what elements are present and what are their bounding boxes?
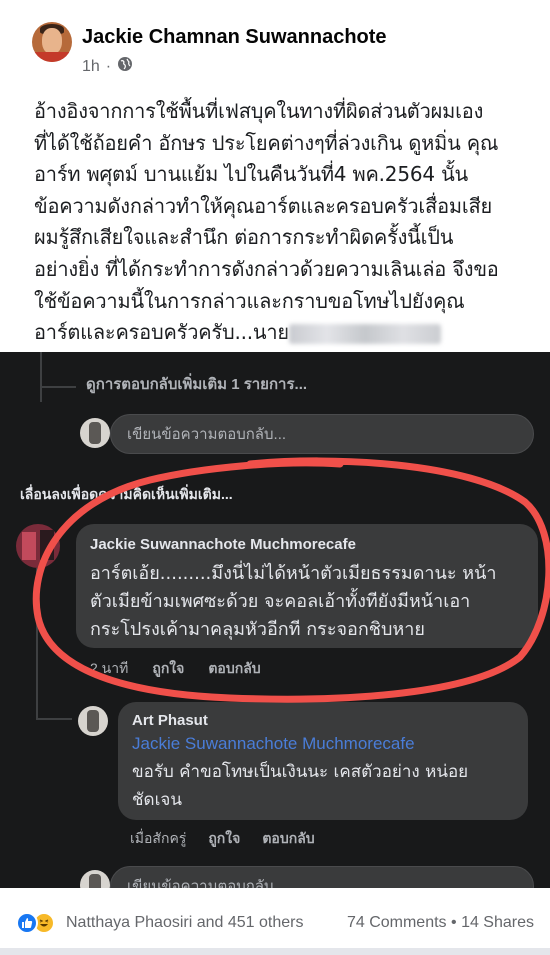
post-page: Jackie Chamnan Suwannachote 1h · อ้างอิง… [0, 0, 550, 955]
post-author-name[interactable]: Jackie Chamnan Suwannachote [82, 26, 387, 49]
like-icon [16, 912, 38, 934]
reacted-by-text[interactable]: Natthaya Phaosiri and 451 others [66, 914, 303, 932]
post-text-line: ที่ได้ใช้ถ้อยคำ อักษร ประโยคต่างๆที่ล่วง… [34, 130, 499, 155]
reply-time: เมื่อสักครู่ [130, 830, 187, 846]
reply-input[interactable]: เขียนข้อความตอบกลับ... [110, 866, 534, 888]
reply-input[interactable]: เขียนข้อความตอบกลับ... [110, 414, 534, 454]
globe-icon [117, 56, 133, 77]
shares-count[interactable]: 14 Shares [461, 914, 534, 931]
reply-composer-avatar [80, 418, 110, 448]
reply-button[interactable]: ตอบกลับ [262, 828, 314, 850]
commenter-name[interactable]: Jackie Suwannachote Muchmorecafe [90, 536, 356, 553]
post-time[interactable]: 1h [82, 58, 100, 76]
comment-line: อาร์ตเอ้ย.........มึงนี่ไม่ได้หน้าตัวเมี… [90, 563, 497, 584]
comment-line: ตัวเมียข้ามเพศซะด้วย จะคอลเอ้าทั้งทียังม… [90, 591, 471, 612]
comments-count[interactable]: 74 Comments [347, 914, 447, 931]
counts-separator: • [451, 914, 457, 931]
post-text-line: อย่างยิ่ง ที่ได้กระทำการดังกล่าวด้วยความ… [34, 256, 499, 281]
commenter-avatar[interactable] [16, 524, 60, 568]
post-meta: 1h · [82, 56, 133, 77]
reply-composer-avatar [80, 870, 110, 888]
like-button[interactable]: ถูกใจ [208, 828, 240, 850]
post-text-line: อาร์ตและครอบครัวครับ...นาย [34, 320, 289, 345]
post-text-last-line: อาร์ตและครอบครัวครับ...นาย [34, 317, 534, 349]
post-text-line: อ้างอิงจากการใช้พื้นที่เฟสบุคในทางที่ผิด… [34, 99, 484, 123]
meta-dot: · [105, 57, 112, 75]
comment-line: กระโปรงเค้ามาคลุมหัวอีกที กระจอกชิบหาย [90, 619, 425, 640]
author-avatar[interactable] [32, 22, 72, 62]
post-text: อ้างอิงจากการใช้พื้นที่เฟสบุคในทางที่ผิด… [34, 96, 534, 349]
embedded-comment-screenshot: ดูการตอบกลับเพิ่มเติม 1 รายการ... เขียนข… [0, 352, 550, 888]
reactions-summary[interactable] [16, 912, 55, 934]
reply-line: ชัดเจน [132, 790, 182, 810]
reply-line: ขอรับ คำขอโทษเป็นเงินนะ เคสตัวอย่าง หน่อ… [132, 762, 469, 782]
post-header: Jackie Chamnan Suwannachote 1h · [0, 0, 550, 86]
bottom-divider [0, 948, 550, 955]
mention-link[interactable]: Jackie Suwannachote Muchmorecafe [132, 734, 415, 754]
comment-actions: 2 นาที ถูกใจ ตอบกลับ [90, 658, 261, 680]
view-more-replies-link[interactable]: ดูการตอบกลับเพิ่มเติม 1 รายการ... [86, 372, 307, 396]
reply-button[interactable]: ตอบกลับ [208, 658, 260, 680]
engagement-counts: 74 Comments • 14 Shares [347, 914, 534, 932]
post-text-line: อาร์ท พศุตม์ บานแย้ม ไปในคืนวันที่4 พค.2… [34, 162, 469, 187]
reply-bubble: Art Phasut Jackie Suwannachote Muchmorec… [118, 702, 528, 820]
scroll-hint: เลื่อนลงเพื่อดูความคิดเห็นเพิ่มเติม... [20, 486, 233, 502]
reply-actions: เมื่อสักครู่ ถูกใจ ตอบกลับ [130, 828, 315, 850]
comment-bubble: Jackie Suwannachote Muchmorecafe อาร์ตเอ… [76, 524, 538, 648]
comment-time: 2 นาที [90, 660, 129, 676]
post-text-line: ข้อความดังกล่าวทำให้คุณอาร์ตและครอบครัวเ… [34, 193, 493, 218]
post-text-line: ใช้ข้อความนี้ในการกล่าวและกราบขอโทษไปยัง… [34, 288, 465, 313]
replier-name[interactable]: Art Phasut [132, 712, 208, 729]
replier-avatar[interactable] [78, 706, 108, 736]
post-footer: Natthaya Phaosiri and 451 others 74 Comm… [0, 888, 550, 955]
blurred-name [288, 323, 441, 344]
post-text-line: ผมรู้สึกเสียใจและสำนึก ต่อการกระทำผิดครั… [34, 225, 454, 250]
comment-text: อาร์ตเอ้ย.........มึงนี่ไม่ได้หน้าตัวเมี… [90, 560, 530, 644]
reply-text: ขอรับ คำขอโทษเป็นเงินนะ เคสตัวอย่าง หน่อ… [132, 758, 522, 814]
like-button[interactable]: ถูกใจ [152, 658, 184, 680]
